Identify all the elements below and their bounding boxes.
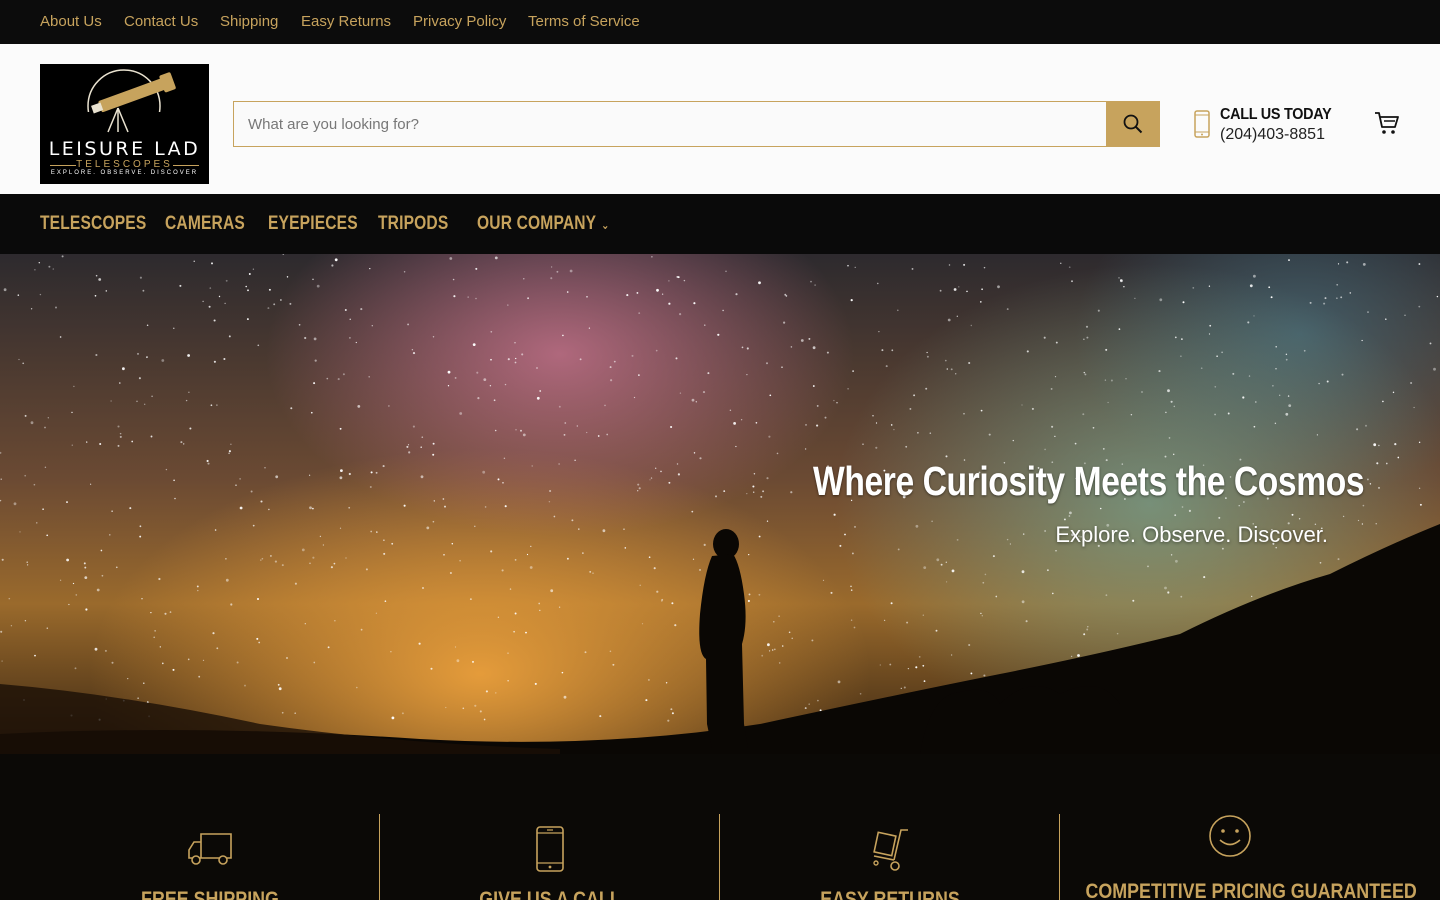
- top-utility-bar: About Us Contact Us Shipping Easy Return…: [0, 0, 1440, 44]
- store-logo[interactable]: LEISURE LAD TELESCOPES EXPLORE. OBSERVE.…: [40, 64, 209, 184]
- main-navigation: TELESCOPES CAMERAS EYEPIECES TRIPODS OUR…: [0, 194, 1440, 254]
- search-bar: [233, 101, 1160, 147]
- nav-item-tripods[interactable]: TRIPODS: [378, 194, 448, 254]
- nav-item-our-company[interactable]: OUR COMPANY ⌄: [477, 194, 610, 254]
- nav-item-label: TELESCOPES: [40, 213, 147, 234]
- nav-item-cameras[interactable]: CAMERAS: [165, 194, 245, 254]
- nav-item-label: EYEPIECES: [268, 213, 358, 234]
- phone-icon: [1194, 110, 1210, 138]
- topbar-link-terms-of-service[interactable]: Terms of Service: [528, 0, 640, 44]
- hero-banner[interactable]: Where Curiosity Meets the Cosmos Explore…: [0, 254, 1440, 754]
- search-input[interactable]: [234, 102, 1108, 146]
- feature-easy-returns: EASY RETURNS: [720, 814, 1060, 900]
- search-icon: [1123, 114, 1143, 134]
- nav-item-label: CAMERAS: [165, 213, 245, 234]
- truck-icon: [40, 832, 380, 866]
- topbar-link-easy-returns[interactable]: Easy Returns: [301, 0, 391, 44]
- cart-button[interactable]: [1374, 110, 1400, 141]
- feature-give-us-a-call: GIVE US A CALL: [380, 814, 720, 900]
- call-us-block[interactable]: CALL US TODAY (204)403-8851: [1190, 104, 1360, 148]
- telescope-logo-icon: [74, 69, 176, 152]
- hero-subtitle: Explore. Observe. Discover.: [1055, 522, 1328, 547]
- logo-name: LEISURE LAD: [48, 138, 201, 160]
- call-us-phone[interactable]: (204)403-8851: [1220, 126, 1325, 144]
- call-us-title: CALL US TODAY: [1220, 106, 1332, 123]
- feature-label: FREE SHIPPING: [141, 888, 279, 900]
- logo-rule-right: [173, 165, 199, 166]
- hero-title: Where Curiosity Meets the Cosmos: [813, 458, 1365, 504]
- nav-item-label: OUR COMPANY: [477, 213, 597, 234]
- person-silhouette: [699, 529, 748, 748]
- topbar-link-privacy-policy[interactable]: Privacy Policy: [413, 0, 506, 44]
- feature-label: EASY RETURNS: [820, 888, 960, 900]
- site-header: LEISURE LAD TELESCOPES EXPLORE. OBSERVE.…: [0, 44, 1440, 194]
- topbar-link-shipping[interactable]: Shipping: [220, 0, 278, 44]
- topbar-link-about-us[interactable]: About Us: [40, 0, 102, 44]
- nav-item-label: TRIPODS: [378, 213, 449, 234]
- nav-item-eyepieces[interactable]: EYEPIECES: [268, 194, 358, 254]
- phone-icon: [380, 826, 720, 872]
- feature-competitive-pricing: COMPETITIVE PRICING GUARANTEED: [1060, 814, 1417, 900]
- dolly-icon: [720, 828, 1060, 872]
- chevron-down-icon: ⌄: [601, 218, 610, 232]
- smiley-icon: [1060, 814, 1400, 858]
- search-button[interactable]: [1106, 101, 1160, 147]
- topbar-link-contact-us[interactable]: Contact Us: [124, 0, 198, 44]
- nav-item-telescopes[interactable]: TELESCOPES: [40, 194, 146, 254]
- feature-label: COMPETITIVE PRICING GUARANTEED: [1085, 880, 1417, 900]
- feature-free-shipping: FREE SHIPPING: [40, 814, 380, 900]
- logo-tagline: EXPLORE. OBSERVE. DISCOVER: [50, 170, 199, 176]
- features-strip: FREE SHIPPING GIVE US A CALL EASY RETURN…: [0, 754, 1440, 900]
- cart-icon: [1375, 112, 1399, 134]
- feature-label: GIVE US A CALL: [479, 888, 621, 900]
